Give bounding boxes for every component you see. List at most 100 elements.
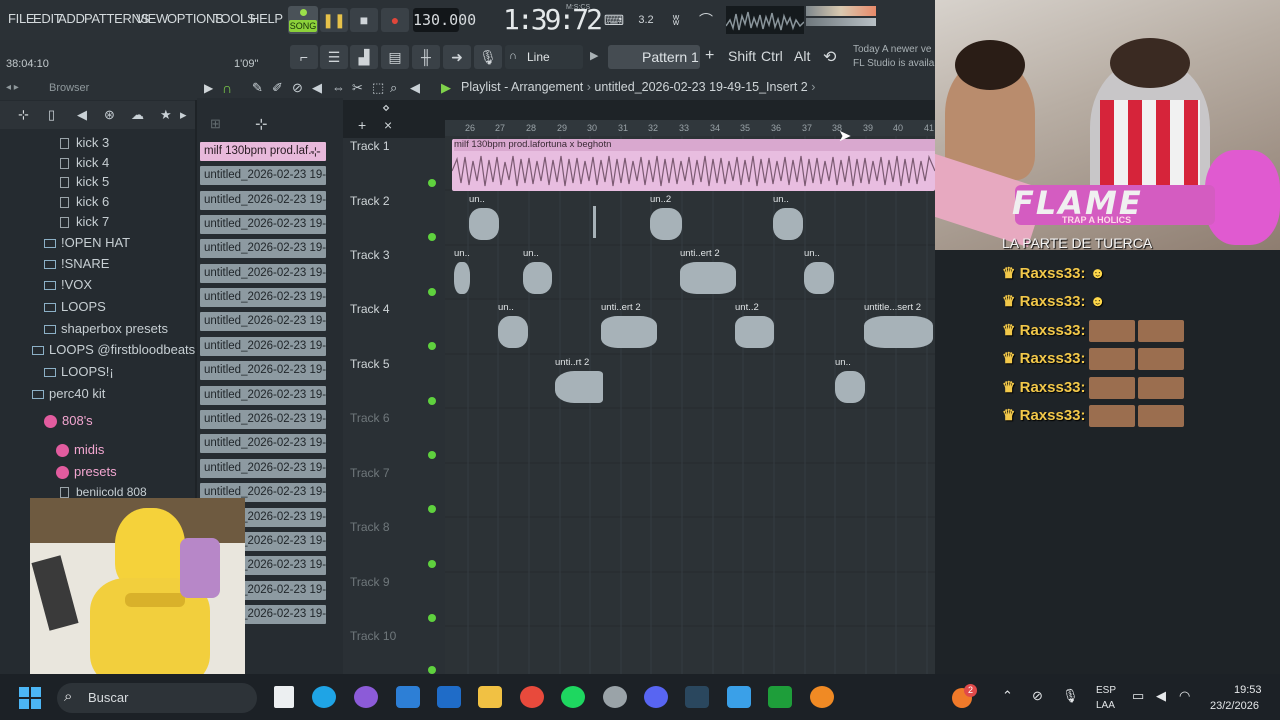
- alt-key-button[interactable]: Alt: [794, 48, 810, 64]
- browser-file-icon[interactable]: ▯: [48, 107, 55, 123]
- file-explorer-icon[interactable]: [478, 686, 502, 708]
- star-icon[interactable]: ★: [160, 107, 172, 123]
- stop-icon[interactable]: ■: [350, 8, 378, 32]
- windows-start-icon[interactable]: [19, 687, 41, 709]
- menu-help[interactable]: HELP: [250, 11, 283, 26]
- zoom-icon[interactable]: ⌕: [390, 80, 397, 96]
- piano-roll-icon[interactable]: ▟: [350, 45, 378, 69]
- browser-item[interactable]: kick 7: [60, 214, 109, 229]
- mixer-icon[interactable]: ╫: [412, 45, 440, 69]
- picker-item[interactable]: untitled_2026-02-23 19-..: [200, 312, 326, 331]
- select-icon[interactable]: ⬚: [372, 80, 384, 96]
- picker-item[interactable]: untitled_2026-02-23 19-..: [200, 410, 326, 429]
- picker-item[interactable]: untitled_2026-02-23 19-..: [200, 434, 326, 453]
- snap-selector[interactable]: ∩ Line: [505, 45, 583, 69]
- language-code[interactable]: ESP: [1096, 685, 1116, 696]
- channel-rack-icon[interactable]: ▤: [381, 45, 409, 69]
- picker-item[interactable]: untitled_2026-02-23 19-..: [200, 215, 326, 234]
- picker-item[interactable]: untitled_2026-02-23 19-..: [200, 386, 326, 405]
- chevron-up-icon[interactable]: ⌃: [1002, 688, 1013, 704]
- picker-item[interactable]: untitled_2026-02-23 19-..: [200, 361, 326, 380]
- speaker-icon[interactable]: ◀: [77, 107, 87, 123]
- track-mute-led[interactable]: [428, 342, 436, 350]
- browser-nav-icon[interactable]: ◂ ▸: [6, 82, 19, 93]
- online-news-icon[interactable]: ⟲: [823, 47, 836, 67]
- track-label[interactable]: Track 4: [350, 302, 390, 316]
- audio-clip[interactable]: untitle...sert 2: [862, 302, 935, 352]
- audio-clip[interactable]: unti..ert 2: [599, 302, 659, 352]
- wifi-icon[interactable]: ◠: [1179, 688, 1190, 704]
- menu-add[interactable]: ADD: [58, 11, 85, 26]
- picker-item[interactable]: untitled_2026-02-23 19-..: [200, 337, 326, 356]
- audio-clip[interactable]: un..: [521, 248, 554, 298]
- add-pattern-icon[interactable]: +: [705, 47, 714, 65]
- picker-item[interactable]: untitled_2026-02-23 19-..: [200, 191, 326, 210]
- audio-clip[interactable]: milf 130bpm prod.lafortuna x beghotn: [452, 139, 935, 191]
- photos-icon[interactable]: [727, 686, 751, 708]
- discord-icon[interactable]: [644, 686, 668, 708]
- arrow-right-icon[interactable]: ➜: [443, 45, 471, 69]
- pencil-icon[interactable]: ✎: [252, 80, 263, 96]
- browser-item[interactable]: beniicold 808: [60, 485, 147, 499]
- audio-clip[interactable]: un..: [802, 248, 836, 298]
- spotify-icon[interactable]: [561, 686, 585, 708]
- picker-item[interactable]: untitled_2026-02-23 19-..: [200, 459, 326, 478]
- browser-folder[interactable]: perc40 kit: [32, 386, 105, 401]
- task-view-icon[interactable]: [274, 686, 294, 708]
- audio-clip[interactable]: un..: [467, 194, 501, 244]
- add-track-icon[interactable]: +: [358, 117, 366, 133]
- audio-clip[interactable]: un..2: [648, 194, 684, 244]
- edge-icon[interactable]: [312, 686, 336, 708]
- song-mode-button[interactable]: SONG: [288, 6, 318, 34]
- track-label[interactable]: Track 6: [350, 411, 390, 425]
- track-mute-led[interactable]: [428, 614, 436, 622]
- picker-audio-icon[interactable]: ⊹: [255, 115, 268, 133]
- network-off-icon[interactable]: ⊘: [1032, 688, 1043, 704]
- shift-key-button[interactable]: Shift: [728, 48, 756, 64]
- metronome-icon[interactable]: ⌒: [692, 8, 720, 32]
- fl-studio-icon[interactable]: [810, 686, 834, 708]
- track-mute-led[interactable]: [428, 505, 436, 513]
- mute-icon[interactable]: ◀: [312, 80, 322, 96]
- menu-view[interactable]: VIEW: [136, 11, 168, 26]
- typing-keyboard-icon[interactable]: ⌨: [600, 8, 628, 32]
- track-label[interactable]: Track 10: [350, 629, 396, 643]
- audio-clip[interactable]: un..: [496, 302, 530, 352]
- browser-folder[interactable]: LOOPS @firstbloodbeats: [32, 342, 195, 357]
- track-label[interactable]: Track 9: [350, 575, 390, 589]
- track-mute-led[interactable]: [428, 560, 436, 568]
- plugin-icon[interactable]: ⊛: [104, 107, 115, 123]
- browser-folder[interactable]: !SNARE: [44, 256, 109, 271]
- audio-clip[interactable]: unti..ert 2: [678, 248, 738, 298]
- step-edit-icon[interactable]: 3.2: [632, 8, 660, 32]
- ctrl-key-button[interactable]: Ctrl: [761, 48, 783, 64]
- microphone-tray-icon[interactable]: 🎙: [1062, 688, 1079, 704]
- track-mute-led[interactable]: [428, 179, 436, 187]
- track-label[interactable]: Track 8: [350, 520, 390, 534]
- picker-item[interactable]: untitled_2026-02-23 19-..: [200, 288, 326, 307]
- playlist-menu-icon[interactable]: ▶: [204, 81, 213, 95]
- record-icon[interactable]: ●: [381, 8, 409, 32]
- cloud-icon[interactable]: ☁: [131, 107, 144, 123]
- menu-file[interactable]: FILE: [8, 11, 35, 26]
- audio-clip[interactable]: unt..2: [733, 302, 776, 352]
- browser-folder[interactable]: midis: [56, 442, 104, 458]
- track-label[interactable]: Track 3: [350, 248, 390, 262]
- track-label[interactable]: Track 2: [350, 194, 390, 208]
- browser-folder[interactable]: 808's: [44, 413, 93, 429]
- volume-icon[interactable]: ◀: [1156, 688, 1166, 704]
- news-panel[interactable]: Today A newer ve FL Studio is availa: [853, 43, 934, 71]
- track-mute-led[interactable]: [428, 397, 436, 405]
- picker-item[interactable]: untitled_2026-02-23 19-..: [200, 239, 326, 258]
- steam-icon[interactable]: [685, 686, 709, 708]
- store-icon[interactable]: [396, 686, 420, 708]
- track-mute-led[interactable]: [428, 451, 436, 459]
- play-arrow-icon[interactable]: ▶: [441, 80, 451, 96]
- microphone-icon[interactable]: 🎙: [474, 45, 502, 69]
- tracks-options-icon[interactable]: ⋄: [382, 100, 390, 116]
- playlist-icon[interactable]: ☰: [320, 45, 348, 69]
- clock-date[interactable]: 23/2/2026: [1210, 700, 1259, 712]
- timeline-ruler[interactable]: [445, 120, 935, 136]
- pattern-prev-icon[interactable]: ▶: [590, 49, 598, 62]
- track-mute-led[interactable]: [428, 233, 436, 241]
